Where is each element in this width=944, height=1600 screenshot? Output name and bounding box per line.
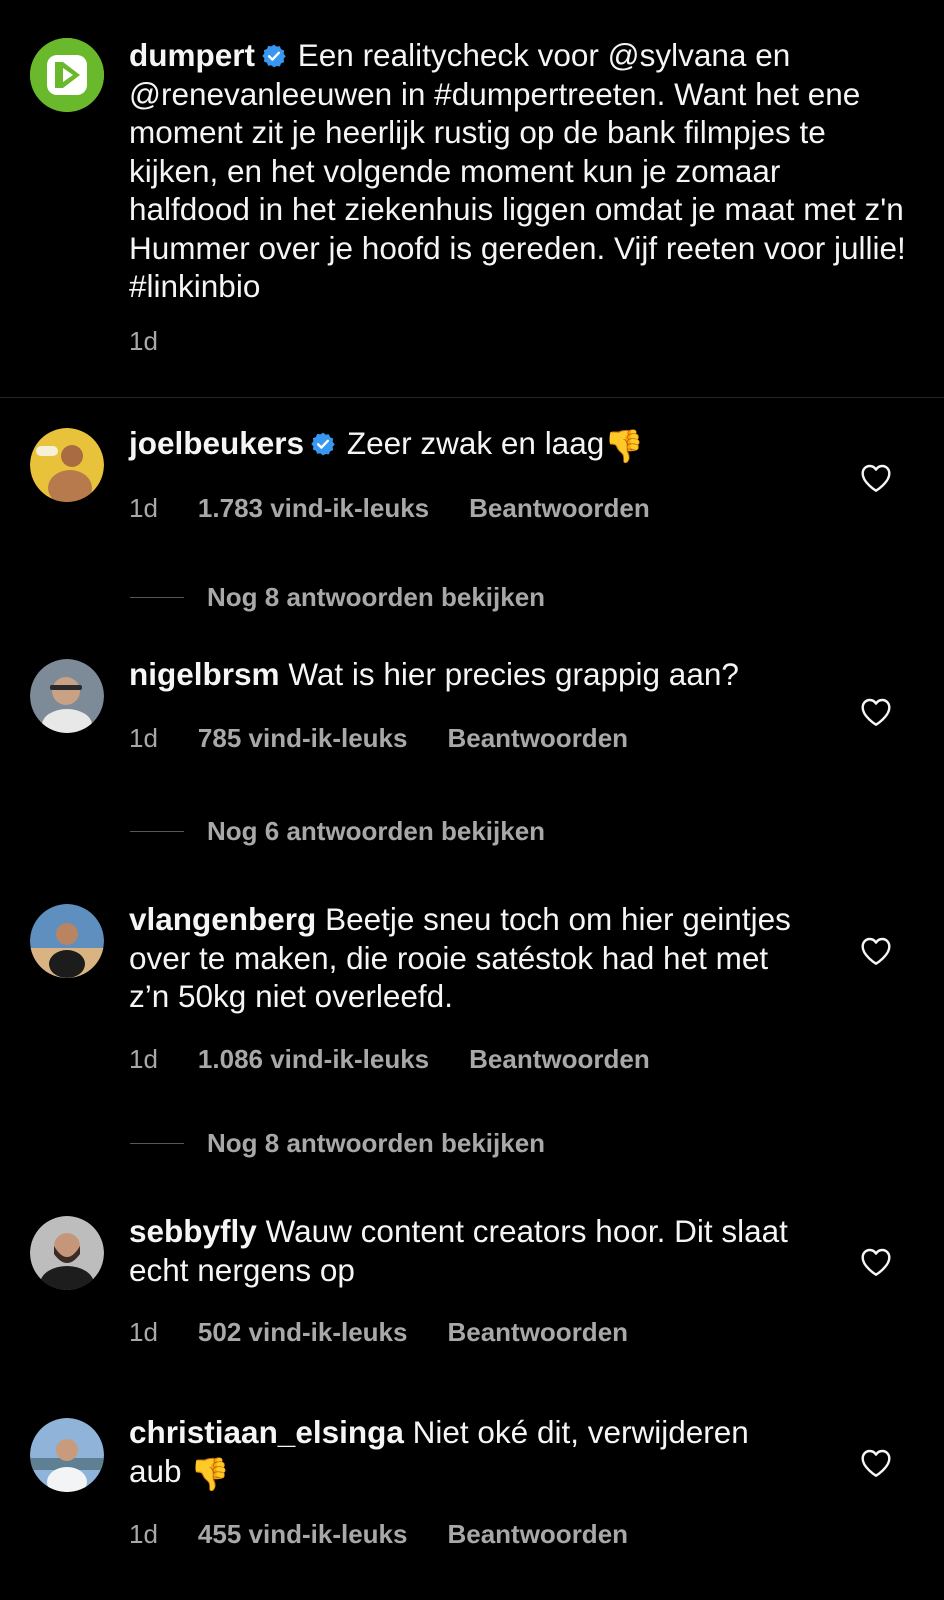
comment-username[interactable]: sebbyfly xyxy=(129,1213,257,1249)
replies-divider xyxy=(130,1143,184,1144)
comment-username[interactable]: christiaan_elsinga xyxy=(129,1414,404,1450)
thumbs-down-emoji: 👎 xyxy=(190,1455,231,1492)
comment-meta: 1d 502 vind-ik-leuks Beantwoorden xyxy=(129,1317,628,1348)
likes-count[interactable]: 502 vind-ik-leuks xyxy=(198,1317,408,1348)
comment-text: joelbeukers Zeer zwak en laag👎 xyxy=(129,424,809,463)
dumpert-logo-icon xyxy=(30,38,104,112)
caption-username[interactable]: dumpert xyxy=(129,37,255,73)
caption-text: Een realitycheck voor @sylvana en @renev… xyxy=(129,37,906,304)
heart-outline-icon[interactable] xyxy=(860,1448,892,1478)
heart-outline-icon[interactable] xyxy=(860,1247,892,1277)
comment-timestamp: 1d xyxy=(129,723,158,753)
caption-body: dumpert Een realitycheck voor @sylvana e… xyxy=(129,36,909,306)
view-replies-button[interactable]: Nog 6 antwoorden bekijken xyxy=(130,816,730,846)
view-replies-button[interactable]: Nog 8 antwoorden bekijken xyxy=(130,582,730,612)
view-replies-button[interactable]: Nog 8 antwoorden bekijken xyxy=(130,1128,730,1158)
comment-body: Zeer zwak en laag xyxy=(346,425,605,461)
user-avatar-icon xyxy=(30,1418,104,1492)
view-replies-label[interactable]: Nog 6 antwoorden bekijken xyxy=(207,816,545,847)
comment-timestamp: 1d xyxy=(129,1317,158,1347)
comment-username[interactable]: joelbeukers xyxy=(129,425,304,461)
user-avatar-icon xyxy=(30,904,104,978)
caption-timestamp: 1d xyxy=(129,326,158,356)
reply-button[interactable]: Beantwoorden xyxy=(469,1044,650,1075)
thumbs-down-emoji: 👎 xyxy=(604,428,645,464)
comment-username[interactable]: vlangenberg xyxy=(129,901,316,937)
reply-button[interactable]: Beantwoorden xyxy=(447,1519,628,1550)
view-replies-label[interactable]: Nog 8 antwoorden bekijken xyxy=(207,582,545,613)
comment-text: vlangenberg Beetje sneu toch om hier gei… xyxy=(129,900,809,1016)
comment-timestamp: 1d xyxy=(129,1519,158,1549)
likes-count[interactable]: 785 vind-ik-leuks xyxy=(198,723,408,754)
comment-username[interactable]: nigelbrsm xyxy=(129,656,280,692)
likes-count[interactable]: 455 vind-ik-leuks xyxy=(198,1519,408,1550)
dumpert-avatar[interactable] xyxy=(30,38,104,112)
reply-button[interactable]: Beantwoorden xyxy=(447,1317,628,1348)
comment-text: sebbyfly Wauw content creators hoor. Dit… xyxy=(129,1212,809,1289)
comment-meta: 1d 455 vind-ik-leuks Beantwoorden xyxy=(129,1519,628,1550)
user-avatar-icon xyxy=(30,1216,104,1290)
likes-count[interactable]: 1.086 vind-ik-leuks xyxy=(198,1044,429,1075)
user-avatar-icon xyxy=(30,659,104,733)
heart-outline-icon[interactable] xyxy=(860,697,892,727)
likes-count[interactable]: 1.783 vind-ik-leuks xyxy=(198,493,429,524)
reply-button[interactable]: Beantwoorden xyxy=(447,723,628,754)
comment-meta: 1d 785 vind-ik-leuks Beantwoorden xyxy=(129,723,628,754)
heart-outline-icon[interactable] xyxy=(860,463,892,493)
replies-divider xyxy=(130,831,184,832)
avatar[interactable] xyxy=(30,428,104,502)
view-replies-label[interactable]: Nog 8 antwoorden bekijken xyxy=(207,1128,545,1159)
reply-button[interactable]: Beantwoorden xyxy=(469,493,650,524)
comment-body: Wat is hier precies grappig aan? xyxy=(288,656,739,692)
avatar[interactable] xyxy=(30,659,104,733)
heart-outline-icon[interactable] xyxy=(860,936,892,966)
user-avatar-icon xyxy=(30,428,104,502)
verified-badge-icon xyxy=(262,44,286,68)
comment-text: nigelbrsm Wat is hier precies grappig aa… xyxy=(129,655,809,694)
avatar[interactable] xyxy=(30,1216,104,1290)
avatar[interactable] xyxy=(30,1418,104,1492)
verified-badge-icon xyxy=(311,432,335,456)
post-caption: dumpert Een realitycheck voor @sylvana e… xyxy=(0,0,944,398)
comment-text: christiaan_elsinga Niet oké dit, verwijd… xyxy=(129,1413,809,1490)
comment-meta: 1d 1.086 vind-ik-leuks Beantwoorden xyxy=(129,1044,650,1075)
comment-timestamp: 1d xyxy=(129,493,158,523)
avatar[interactable] xyxy=(30,904,104,978)
replies-divider xyxy=(130,597,184,598)
comment-timestamp: 1d xyxy=(129,1044,158,1074)
comment-meta: 1d 1.783 vind-ik-leuks Beantwoorden xyxy=(129,493,650,524)
